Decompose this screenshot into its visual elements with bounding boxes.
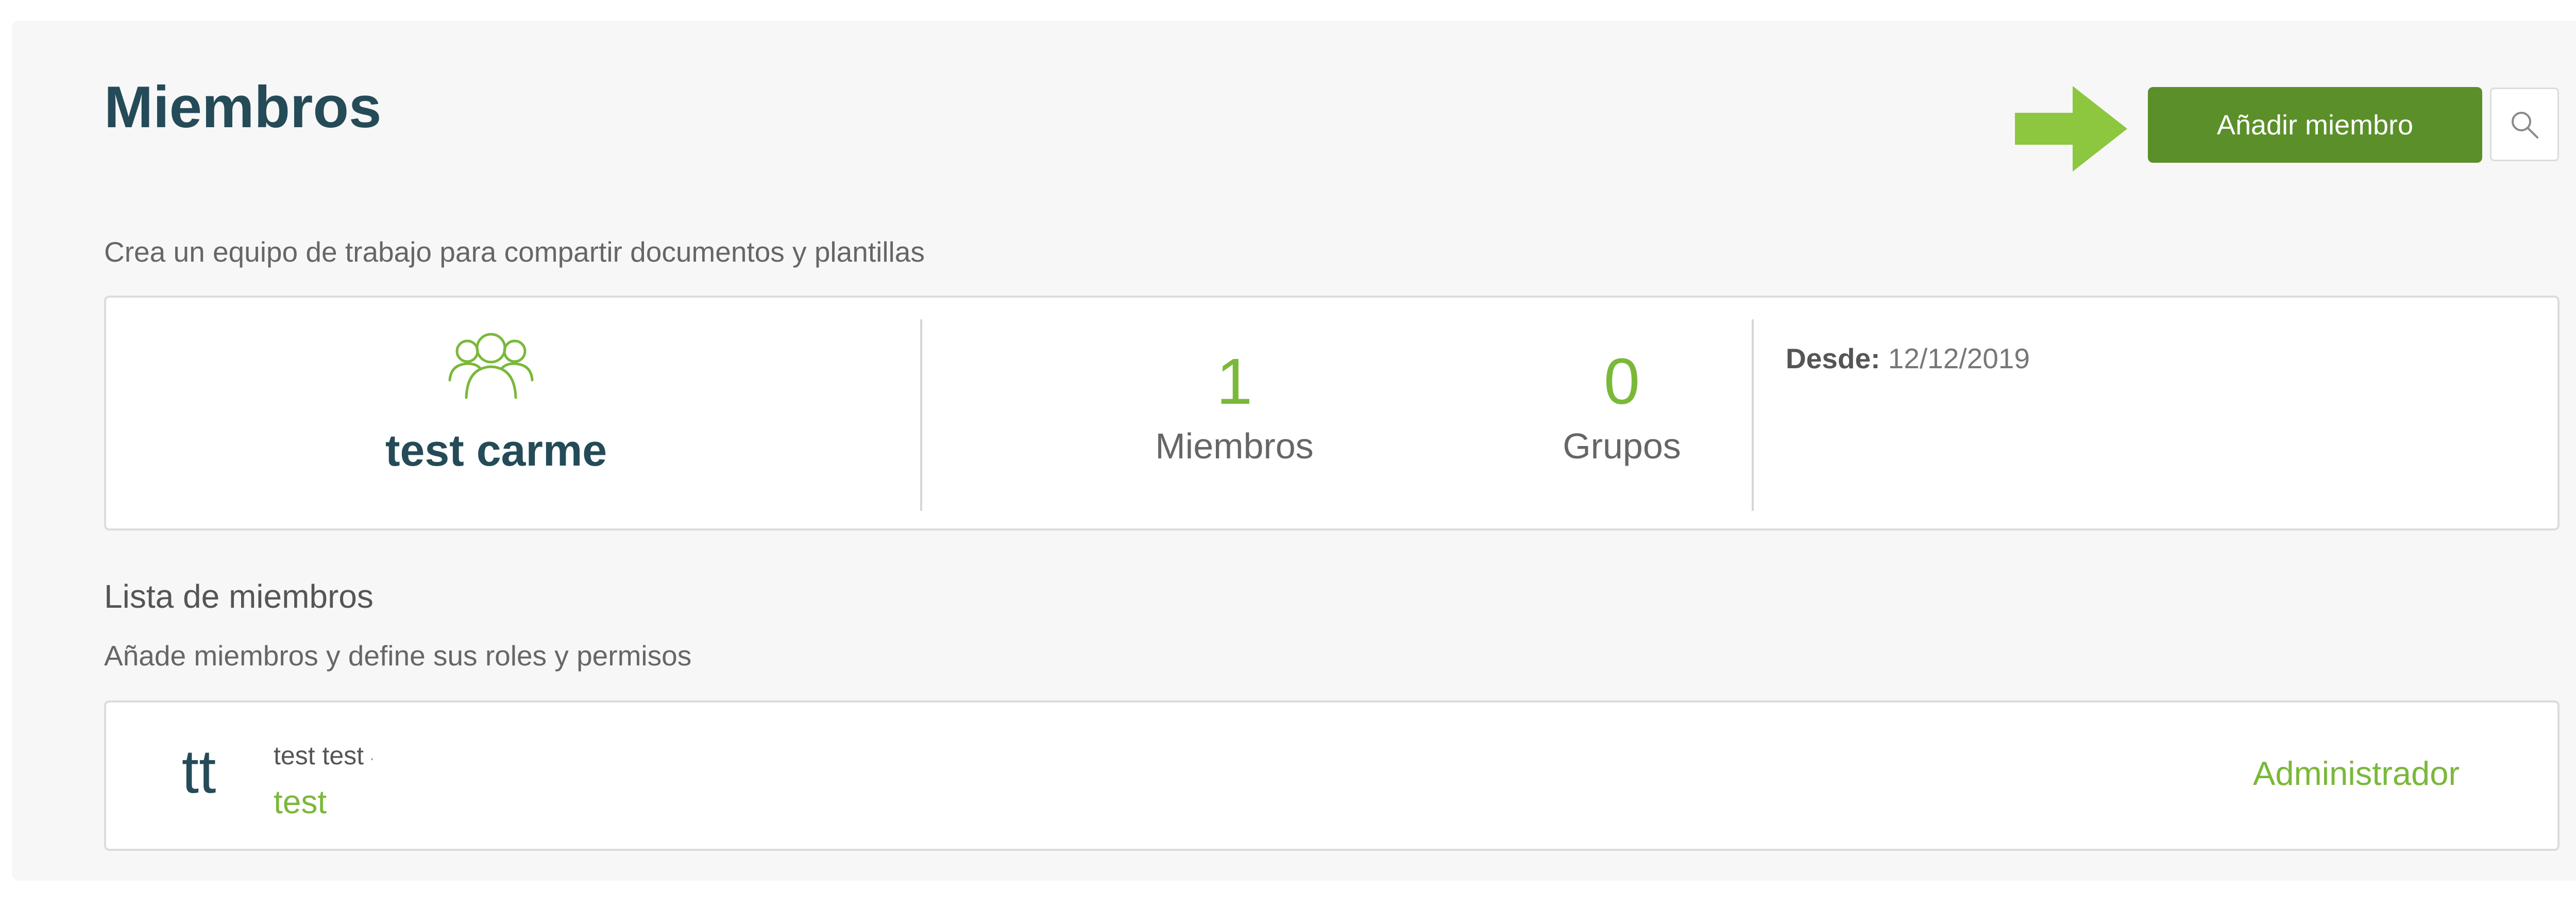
group-icon [448, 333, 534, 399]
members-count: 1 [1216, 345, 1253, 418]
name-separator: · [369, 747, 376, 768]
since-label: Desde: [1786, 342, 1880, 374]
divider [1752, 319, 1754, 511]
team-name: test carme [385, 426, 607, 475]
team-since: Desde: 12/12/2019 [1786, 342, 2030, 375]
members-panel: Miembros Añadir miembro Crea un equipo d… [12, 21, 2576, 881]
members-count-label: Miembros [1155, 426, 1314, 466]
arrow-right-icon [2015, 86, 2127, 172]
divider [920, 319, 922, 511]
list-item[interactable]: tt test test · test Administrador [104, 700, 2560, 851]
member-username: test [274, 783, 327, 820]
groups-count: 0 [1603, 345, 1640, 418]
avatar: tt [181, 737, 216, 806]
member-list-subtitle: Añade miembros y define sus roles y perm… [104, 640, 692, 672]
add-member-button[interactable]: Añadir miembro [2148, 87, 2482, 163]
member-full-name: test test · [274, 741, 375, 770]
team-subtitle: Crea un equipo de trabajo para compartir… [104, 236, 925, 268]
search-icon [2512, 111, 2538, 139]
since-date: 12/12/2019 [1888, 342, 2030, 374]
member-full-name-text: test test [274, 741, 364, 770]
member-role: Administrador [2253, 755, 2460, 792]
member-list-heading: Lista de miembros [104, 578, 374, 615]
page-title: Miembros [104, 75, 382, 140]
search-button[interactable] [2490, 88, 2559, 161]
team-summary-card: test carme 1 Miembros 0 Grupos Desde: 12… [104, 296, 2560, 530]
groups-count-label: Grupos [1563, 426, 1681, 466]
